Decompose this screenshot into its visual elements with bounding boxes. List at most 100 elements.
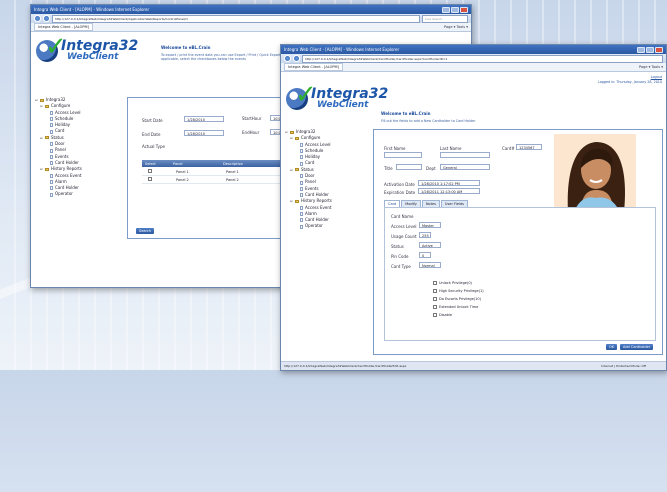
page-icon (300, 155, 303, 160)
ok-button[interactable]: OK (606, 344, 618, 350)
forward-icon[interactable] (43, 15, 50, 22)
tree-item[interactable]: Operator (35, 191, 125, 197)
logout-link[interactable]: Logout (651, 75, 662, 79)
cardholder-photo (554, 134, 636, 212)
dept-label: Dept (426, 166, 436, 171)
status-select[interactable]: Active (419, 242, 441, 248)
front-browser-tab[interactable]: Integra Web Client - [ALOPM] (284, 63, 343, 71)
col-select[interactable]: Select (142, 162, 173, 166)
back-url-field[interactable]: http://127.0.0.1/IntegraWeb/Integra32Web… (52, 14, 420, 23)
option-label: Do Escorts Privilege(10) (439, 297, 481, 301)
back-icon[interactable] (284, 55, 291, 62)
back-icon[interactable] (34, 15, 41, 22)
expiration-date-field[interactable]: 1/28/2011 12:13:00 AM (418, 188, 480, 194)
first-name-label: First Name (384, 146, 406, 151)
option-extended-unlock[interactable]: Extended Unlock Time (433, 305, 478, 309)
front-url-field[interactable]: http://127.0.0.1/IntegraWeb/Integra32Web… (302, 54, 663, 63)
front-address-bar: http://127.0.0.1/IntegraWeb/Integra32Web… (281, 54, 666, 63)
col-panel[interactable]: Panel (173, 162, 223, 166)
option-checkbox[interactable] (433, 297, 437, 301)
option-label: Disable (439, 313, 452, 317)
col-description[interactable]: Description (223, 162, 243, 166)
usage-count-label: Usage Count (391, 234, 417, 239)
maximize-button[interactable] (646, 46, 654, 53)
start-date-field[interactable]: 1/28/2010 (184, 116, 224, 122)
close-button[interactable] (460, 6, 468, 13)
front-title-bar: Integra Web Client - [ALOPM] - Windows I… (281, 45, 666, 54)
pin-code-field[interactable]: 0 (419, 252, 431, 258)
row-description: Panel 2 (226, 177, 239, 182)
card-number-field[interactable]: 1234567 (516, 144, 542, 150)
option-checkbox[interactable] (433, 289, 437, 293)
end-date-field[interactable]: 1/28/2010 (184, 130, 224, 136)
first-name-field[interactable] (384, 152, 422, 158)
expand-icon[interactable]: ⊟ (290, 198, 293, 204)
last-name-field[interactable] (440, 152, 490, 158)
access-level-select[interactable]: Master (419, 222, 441, 228)
expand-icon[interactable]: ⊟ (35, 97, 38, 103)
close-button[interactable] (655, 46, 663, 53)
folder-icon (45, 104, 49, 108)
zone-text: Internet | Protected Mode: Off (601, 364, 646, 368)
folder-icon (45, 167, 49, 171)
folder-icon (45, 136, 49, 140)
table-row[interactable]: Panel 2 Panel 2 (142, 176, 292, 184)
usage-count-field[interactable]: 255 (419, 232, 431, 238)
front-tab-bar: Integra Web Client - [ALOPM] Page ▾ Tool… (281, 63, 666, 72)
card-type-select[interactable]: Normal (419, 262, 441, 268)
back-search-input[interactable]: Live Search (422, 14, 468, 23)
front-welcome: Welcome to eBL.Crain (381, 111, 431, 116)
tree-item-label: Operator (55, 191, 73, 197)
search-button[interactable]: Search (136, 228, 155, 234)
forward-icon[interactable] (293, 55, 300, 62)
card-type-label: Card Type (391, 264, 411, 269)
row-panel: Panel 1 (176, 169, 189, 174)
expand-icon[interactable]: ⊟ (40, 103, 43, 109)
expand-icon[interactable]: ⊟ (40, 135, 43, 141)
expand-icon[interactable]: ⊟ (285, 129, 288, 135)
row-checkbox[interactable] (148, 169, 152, 173)
back-report-panel: Start Date 1/28/2010 StartHour 10:00 End… (127, 97, 301, 239)
back-brand: Integra32 WebClient (61, 39, 138, 62)
add-cardholder-button[interactable]: Add Cardholder (620, 344, 654, 350)
minimize-button[interactable] (442, 6, 450, 13)
page-icon (300, 205, 303, 210)
front-logo: ✓ Integra32 WebClient (286, 82, 388, 110)
back-command-bar[interactable]: Page ▾ Tools ▾ (444, 25, 468, 29)
option-unlock[interactable]: Unlock Privilege(0) (433, 281, 472, 285)
page-icon (300, 142, 303, 147)
page-icon (300, 218, 303, 223)
option-checkbox[interactable] (433, 313, 437, 317)
back-brand-sub: WebClient (67, 52, 119, 62)
option-label: High Security Privilege(1) (439, 289, 484, 293)
expand-icon[interactable]: ⊟ (290, 167, 293, 173)
option-disable[interactable]: Disable (433, 313, 452, 317)
folder-icon (40, 98, 44, 102)
minimize-button[interactable] (637, 46, 645, 53)
title-field[interactable] (396, 164, 422, 170)
expand-icon[interactable]: ⊟ (40, 166, 43, 172)
page-icon (50, 161, 53, 166)
front-browser-window: Integra Web Client - [ALOPM] - Windows I… (280, 44, 667, 371)
expiration-date-label: Expiration Date (384, 190, 416, 195)
back-brand-name: Integra32 (61, 38, 139, 54)
option-escorts[interactable]: Do Escorts Privilege(10) (433, 297, 481, 301)
activation-date-field[interactable]: 1/28/2010 1:17:02 PM (418, 180, 480, 186)
page-icon (300, 174, 303, 179)
row-panel: Panel 2 (176, 177, 189, 182)
page-icon (300, 193, 303, 198)
option-label: Extended Unlock Time (439, 305, 479, 309)
page-icon (50, 117, 53, 122)
front-command-bar[interactable]: Page ▾ Tools ▾ (639, 65, 663, 69)
option-checkbox[interactable] (433, 305, 437, 309)
row-checkbox[interactable] (148, 177, 152, 181)
tree-item[interactable]: Operator (285, 223, 375, 229)
expand-icon[interactable]: ⊟ (290, 135, 293, 141)
maximize-button[interactable] (451, 6, 459, 13)
option-high-security[interactable]: High Security Privilege(1) (433, 289, 484, 293)
dept-field[interactable]: General (440, 164, 490, 170)
tree-item-label: Operator (305, 223, 323, 229)
option-checkbox[interactable] (433, 281, 437, 285)
table-row[interactable]: Panel 1 Panel 1 (142, 168, 292, 176)
back-browser-tab[interactable]: Integra Web Client - [ALOPM] (34, 23, 93, 31)
